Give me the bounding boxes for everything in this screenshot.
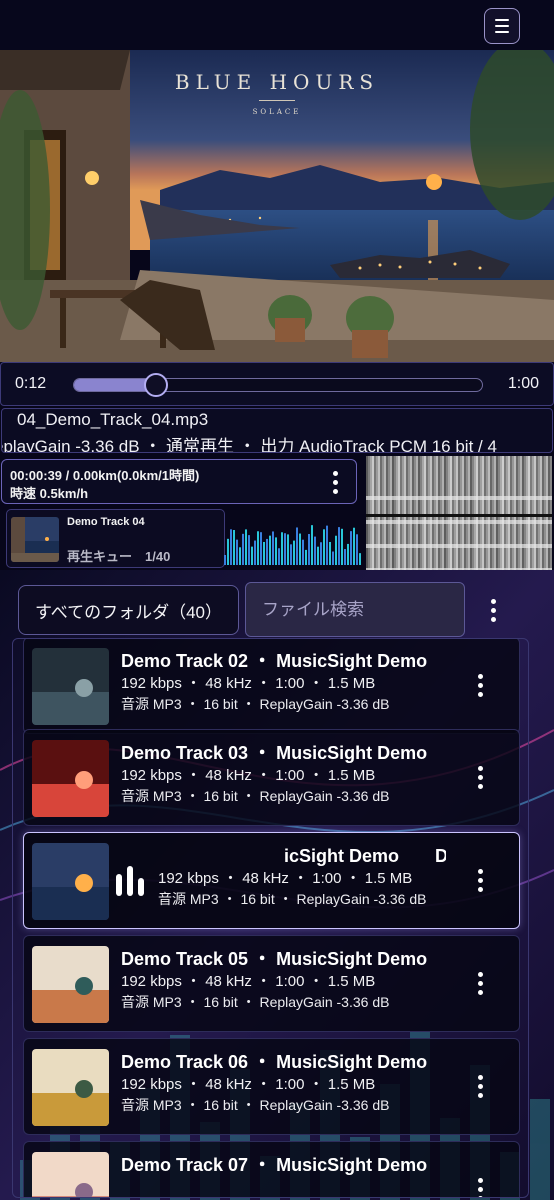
track-more-button[interactable] (473, 1175, 487, 1197)
stats-box: 00:00:39 / 0.00km(0.0km/1時間) 時速 0.5km/h (1, 459, 357, 504)
track-row[interactable]: Demo Track 02 ・ MusicSight Demo 192 kbps … (23, 639, 520, 734)
track-details: 192 kbps ・ 48 kHz ・ 1:00 ・ 1.5 MB (121, 767, 376, 784)
stats-more-button[interactable] (328, 468, 342, 496)
track-more-button[interactable] (473, 866, 487, 894)
more-vert-icon (477, 1074, 483, 1080)
more-vert-icon (332, 470, 338, 476)
track-row[interactable]: Demo Track 07 ・ MusicSight Demo (23, 1141, 520, 1197)
track-meta: 音源 MP3 ・ 16 bit ・ ReplayGain -3.36 dB (121, 788, 390, 804)
duration-time: 1:00 (507, 375, 539, 392)
track-artwork (32, 648, 109, 725)
track-more-button[interactable] (473, 969, 487, 997)
track-details: 192 kbps ・ 48 kHz ・ 1:00 ・ 1.5 MB (121, 675, 376, 692)
more-vert-icon (477, 765, 483, 771)
artwork-illustration (0, 50, 554, 362)
track-title-clip: icSight Demo Demo Track 04 (154, 842, 446, 866)
more-vert-icon (477, 673, 483, 679)
menu-icon-bar (495, 31, 509, 33)
now-playing-thumbnail (11, 517, 59, 562)
track-meta: 音源 MP3 ・ 16 bit ・ ReplayGain -3.36 dB (158, 891, 427, 907)
track-row[interactable]: Demo Track 05 ・ MusicSight Demo 192 kbps … (23, 935, 520, 1032)
play-queue-position: 再生キュー 1/40 (67, 549, 171, 564)
track-title: Demo Track 03 ・ MusicSight Demo (121, 743, 428, 763)
track-more-button[interactable] (473, 671, 487, 699)
track-title: icSight Demo Demo Track 04 (284, 846, 446, 866)
audio-details-marquee: eplayGain -3.36 dB ・ 通常再生 ・ 出力 AudioTrac… (1, 437, 497, 453)
track-info-box: 04_Demo_Track_04.mp3 eplayGain -3.36 dB … (1, 408, 553, 453)
more-vert-icon (490, 598, 496, 604)
music-player-app: BLUE HOURS SOLACE 0:12 1:00 04_Demo_Trac… (0, 0, 554, 1200)
file-search-input[interactable] (245, 582, 465, 637)
track-meta: 音源 MP3 ・ 16 bit ・ ReplayGain -3.36 dB (121, 1097, 390, 1113)
track-title: Demo Track 05 ・ MusicSight Demo (121, 949, 428, 969)
menu-button[interactable] (484, 8, 520, 44)
track-details: 192 kbps ・ 48 kHz ・ 1:00 ・ 1.5 MB (121, 1076, 376, 1093)
menu-icon-bar (495, 25, 509, 27)
track-artwork (32, 843, 109, 920)
seek-bar-row: 0:12 1:00 (0, 362, 554, 406)
seek-thumb[interactable] (143, 373, 168, 397)
track-meta: 音源 MP3 ・ 16 bit ・ ReplayGain -3.36 dB (121, 696, 390, 712)
track-list: Demo Track 02 ・ MusicSight Demo 192 kbps … (12, 638, 529, 1198)
artwork-subtitle: SOLACE (252, 108, 302, 116)
speed: 時速 0.5km/h (10, 486, 89, 501)
track-artwork (32, 946, 109, 1023)
list-more-button[interactable] (486, 596, 500, 624)
track-title: Demo Track 06 ・ MusicSight Demo (121, 1052, 428, 1072)
track-row[interactable]: icSight Demo Demo Track 04 192 kbps ・ 48 … (23, 832, 520, 929)
track-row[interactable]: Demo Track 06 ・ MusicSight Demo 192 kbps … (23, 1038, 520, 1135)
now-playing-mini[interactable]: Demo Track 04 再生キュー 1/40 (6, 509, 225, 568)
track-title: Demo Track 07 ・ MusicSight Demo (121, 1155, 428, 1175)
more-vert-icon (477, 868, 483, 874)
track-details: 192 kbps ・ 48 kHz ・ 1:00 ・ 1.5 MB (158, 870, 413, 887)
track-details: 192 kbps ・ 48 kHz ・ 1:00 ・ 1.5 MB (121, 973, 376, 990)
track-row[interactable]: Demo Track 03 ・ MusicSight Demo 192 kbps … (23, 729, 520, 826)
artwork-title: BLUE HOURS (174, 70, 380, 94)
spectrogram (366, 456, 552, 576)
track-more-button[interactable] (473, 1072, 487, 1100)
menu-icon (495, 19, 509, 21)
current-filename: 04_Demo_Track_04.mp3 (17, 410, 209, 429)
artwork-divider (259, 100, 295, 101)
track-artwork (32, 1152, 109, 1197)
folder-filter-button[interactable]: すべてのフォルダ（40） (18, 585, 239, 635)
track-more-button[interactable] (473, 763, 487, 791)
seek-slider[interactable] (73, 373, 483, 397)
track-title: Demo Track 02 ・ MusicSight Demo (121, 651, 428, 671)
current-time: 0:12 (15, 375, 47, 392)
top-bar (0, 0, 554, 50)
track-artwork (32, 1049, 109, 1126)
more-vert-icon (477, 1177, 483, 1183)
now-playing-title: Demo Track 04 (67, 516, 145, 528)
elapsed-distance: 00:00:39 / 0.00km(0.0km/1時間) (10, 468, 200, 483)
equalizer-icon (116, 866, 150, 896)
more-vert-icon (477, 971, 483, 977)
waveform-visualizer (224, 505, 364, 575)
track-meta: 音源 MP3 ・ 16 bit ・ ReplayGain -3.36 dB (121, 994, 390, 1010)
track-artwork (32, 740, 109, 817)
album-artwork: BLUE HOURS SOLACE (0, 50, 554, 362)
